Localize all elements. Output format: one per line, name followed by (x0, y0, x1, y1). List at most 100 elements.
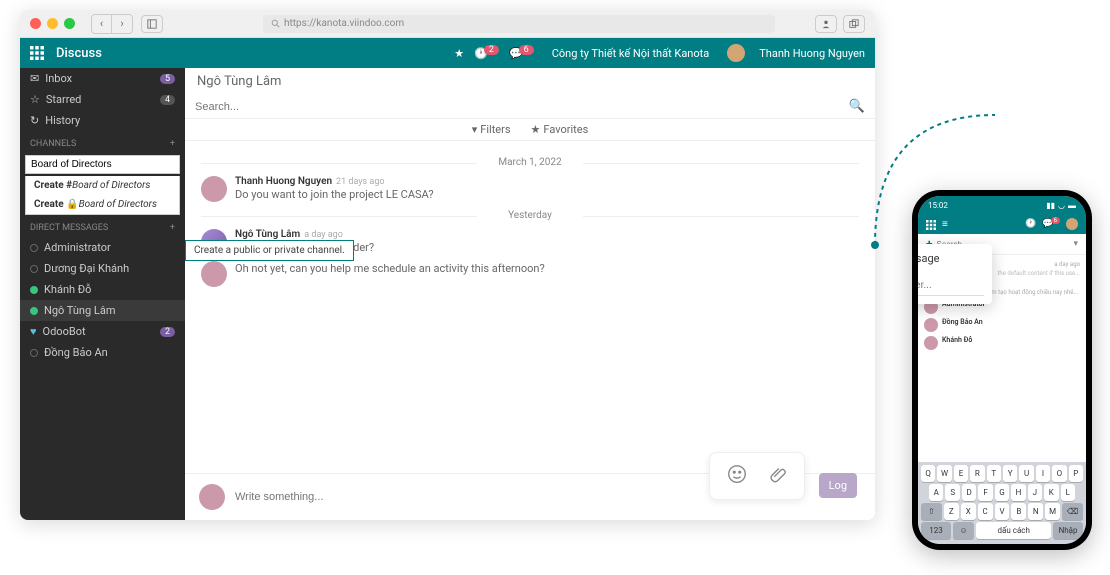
key[interactable]: ⇧ (921, 503, 942, 520)
menu-icon[interactable]: ≡ (942, 219, 948, 230)
key[interactable]: T (987, 465, 1001, 482)
key[interactable]: X (961, 503, 976, 520)
key[interactable]: E (954, 465, 968, 482)
search-icon[interactable]: 🔍 (849, 99, 865, 114)
add-dm-icon[interactable]: + (170, 223, 175, 233)
key[interactable]: A (929, 484, 943, 501)
dm-item[interactable]: Ngô Tùng Lâm (20, 300, 185, 321)
dm-item[interactable]: Đồng Bảo An (20, 342, 185, 363)
key[interactable]: Z (944, 503, 959, 520)
key[interactable]: L (1061, 484, 1075, 501)
key[interactable]: ⌫ (1062, 503, 1083, 520)
msg-text: Do you want to join the project LE CASA? (235, 188, 859, 201)
key[interactable]: U (1019, 465, 1033, 482)
search-row: 🔍 (185, 95, 875, 119)
inbox-icon: ✉ (30, 72, 39, 85)
forward-icon[interactable]: › (112, 15, 132, 33)
key[interactable]: G (995, 484, 1009, 501)
log-button[interactable]: Log (819, 473, 857, 498)
key[interactable]: dấu cách (976, 522, 1051, 539)
message-thread: March 1, 2022 Thanh Huong Nguyen21 days … (185, 141, 875, 473)
key[interactable]: H (1011, 484, 1025, 501)
key[interactable]: W (937, 465, 951, 482)
key[interactable]: S (945, 484, 959, 501)
msg-text: Oh not yet, can you help me schedule an … (235, 262, 859, 275)
phone-avatar[interactable] (1066, 218, 1078, 230)
key[interactable]: C (978, 503, 993, 520)
key[interactable]: Y (1003, 465, 1017, 482)
dm-item[interactable]: Khánh Đỗ (20, 279, 185, 300)
emoji-icon[interactable] (726, 463, 748, 489)
key[interactable]: 123 (921, 522, 951, 539)
key[interactable]: R (970, 465, 984, 482)
key[interactable]: K (1044, 484, 1058, 501)
back-icon[interactable]: ‹ (92, 15, 112, 33)
key[interactable]: ☺ (953, 522, 974, 539)
dm-item[interactable]: ♥OdooBot2 (20, 321, 185, 342)
filter-icon[interactable]: ▾ (1073, 239, 1078, 249)
content: Ngô Tùng Lâm 🔍 ▾ Filters ★ Favorites Cre… (185, 68, 875, 520)
status-icon (30, 265, 38, 273)
sidebar-history[interactable]: ↻ History (20, 110, 185, 131)
create-private-channel[interactable]: Create 🔒Board of Directors (26, 195, 179, 214)
key[interactable]: Nhập (1053, 522, 1083, 539)
key[interactable]: I (1036, 465, 1050, 482)
key[interactable]: J (1028, 484, 1042, 501)
new-message-popup: New Message (918, 244, 992, 304)
traffic-lights (30, 18, 75, 29)
user-avatar[interactable] (727, 44, 745, 62)
status-icon (30, 286, 38, 294)
attachment-icon[interactable] (766, 463, 788, 489)
user-search-input[interactable] (918, 276, 984, 296)
key[interactable]: D (962, 484, 976, 501)
sidebar-inbox[interactable]: ✉ Inbox 5 (20, 68, 185, 89)
messages-icon[interactable]: 💬6 (509, 47, 534, 60)
close-window-icon[interactable] (30, 18, 41, 29)
desktop-window: ‹ › https://kanota.viindoo.com Discuss ★… (20, 10, 875, 520)
key[interactable]: M (1045, 503, 1060, 520)
user-name[interactable]: Thanh Huong Nguyen (759, 47, 865, 60)
shield-icon[interactable] (815, 15, 837, 33)
create-public-channel[interactable]: Create #Board of Directors (26, 176, 179, 195)
sidebar-label: History (45, 114, 80, 127)
maximize-window-icon[interactable] (64, 18, 75, 29)
key[interactable]: B (1011, 503, 1026, 520)
sidebar-starred[interactable]: ☆ Starred 4 (20, 89, 185, 110)
star-icon[interactable]: ★ (454, 47, 464, 60)
channel-input[interactable] (25, 155, 180, 174)
star-icon: ☆ (30, 93, 40, 106)
key[interactable]: O (1052, 465, 1066, 482)
dm-item[interactable]: Dương Đại Khánh (20, 258, 185, 279)
tabs-icon[interactable] (843, 15, 865, 33)
url-bar[interactable]: https://kanota.viindoo.com (263, 15, 775, 33)
apps-icon[interactable] (30, 46, 44, 60)
filters-button[interactable]: ▾ Filters (472, 123, 511, 136)
starred-count: 4 (160, 95, 175, 105)
dm-item[interactable]: Administrator (20, 237, 185, 258)
key[interactable]: V (995, 503, 1010, 520)
history-icon: ↻ (30, 114, 39, 127)
sidebar-toggle-icon[interactable] (141, 15, 163, 33)
search-input[interactable] (195, 101, 849, 113)
minimize-window-icon[interactable] (47, 18, 58, 29)
favorites-button[interactable]: ★ Favorites (531, 123, 589, 136)
main-area: ✉ Inbox 5 ☆ Starred 4 ↻ History CHANNELS… (20, 68, 875, 520)
apps-icon[interactable] (926, 215, 936, 234)
key[interactable]: Q (921, 465, 935, 482)
sidebar: ✉ Inbox 5 ☆ Starred 4 ↻ History CHANNELS… (20, 68, 185, 520)
activity-icon[interactable]: 🕐2 (474, 47, 499, 60)
topnav-icons: ★ 🕐2 💬6 Công ty Thiết kế Nội thất Kanota… (454, 44, 865, 62)
phone-conversation[interactable]: Khánh Đỗ (924, 336, 1080, 350)
activity-icon[interactable]: 🕐 (1025, 219, 1036, 229)
avatar (924, 336, 938, 350)
breadcrumb: Ngô Tùng Lâm (185, 68, 875, 95)
inbox-count: 5 (160, 74, 175, 84)
key[interactable]: P (1069, 465, 1083, 482)
add-channel-icon[interactable]: + (170, 139, 175, 149)
key[interactable]: F (978, 484, 992, 501)
messages-icon[interactable]: 💬6 (1042, 219, 1060, 229)
phone-conversation[interactable]: Đồng Bảo An (924, 318, 1080, 332)
company-name[interactable]: Công ty Thiết kế Nội thất Kanota (552, 47, 710, 60)
phone-statusbar: 15:02 ▮▮ ◡ ▬ (918, 196, 1086, 214)
key[interactable]: N (1028, 503, 1043, 520)
